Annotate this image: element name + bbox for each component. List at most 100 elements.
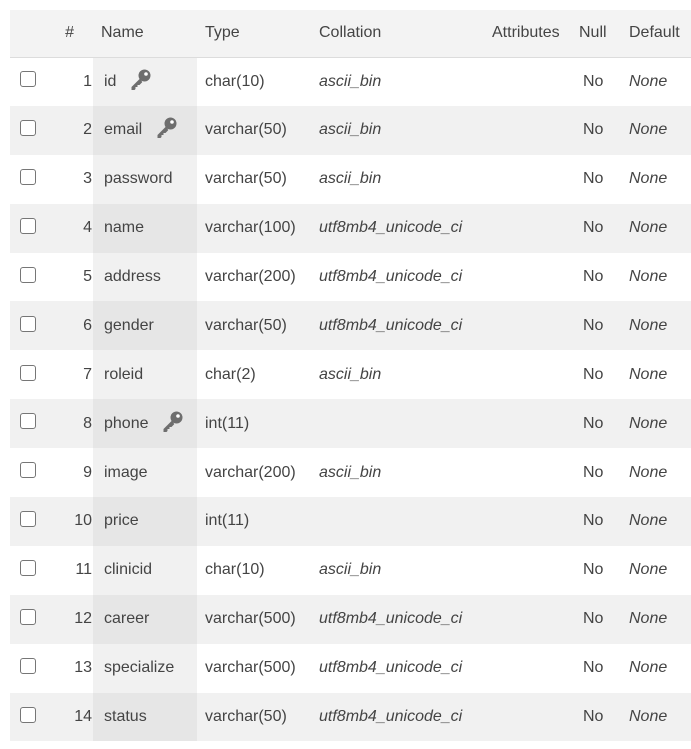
row-checkbox[interactable] [20, 462, 36, 479]
column-attributes [478, 644, 571, 693]
column-null: No [583, 219, 604, 237]
row-checkbox-cell [10, 57, 50, 106]
row-checkbox[interactable] [20, 706, 36, 723]
row-checkbox[interactable] [20, 168, 36, 185]
column-name-cell: clinicid [93, 545, 197, 595]
column-collation: utf8mb4_unicode_ci [319, 316, 463, 334]
row-number: 13 [74, 659, 92, 677]
column-default: None [629, 610, 668, 628]
column-type: varchar(50) [205, 316, 287, 334]
column-name[interactable]: career [104, 610, 149, 627]
row-number: 10 [74, 512, 92, 530]
column-type: char(10) [205, 72, 265, 90]
row-checkbox[interactable] [20, 511, 36, 528]
column-name[interactable]: specialize [104, 659, 174, 676]
row-checkbox[interactable] [20, 217, 36, 234]
column-type: varchar(200) [205, 463, 296, 481]
column-name[interactable]: email [104, 121, 142, 138]
column-collation: ascii_bin [319, 561, 382, 579]
column-type: int(11) [205, 512, 250, 530]
column-name[interactable]: price [104, 512, 139, 529]
header-null[interactable]: Null [571, 10, 621, 58]
header-type[interactable]: Type [197, 10, 311, 58]
table-row: 12 career varchar(500) utf8mb4_unicode_c… [10, 594, 691, 644]
column-name[interactable]: gender [104, 317, 154, 334]
row-checkbox[interactable] [20, 120, 36, 137]
row-checkbox[interactable] [20, 609, 36, 625]
header-attributes[interactable]: Attributes [478, 10, 571, 58]
row-checkbox-cell [10, 253, 50, 302]
row-number: 2 [83, 121, 92, 139]
column-default: None [629, 659, 668, 677]
row-checkbox[interactable] [20, 266, 36, 283]
column-name[interactable]: roleid [104, 366, 143, 383]
header-name[interactable]: Name [93, 10, 197, 58]
column-null: No [583, 561, 604, 579]
column-name[interactable]: address [104, 268, 161, 285]
column-default: None [629, 219, 668, 237]
column-collation: ascii_bin [319, 365, 382, 383]
column-collation: utf8mb4_unicode_ci [319, 610, 463, 628]
column-attributes [478, 301, 571, 350]
column-attributes [478, 155, 571, 204]
header-default[interactable]: Default [621, 10, 691, 58]
table-row: 8 phone int(11) No None [10, 399, 691, 449]
column-name-cell: career [93, 594, 197, 644]
column-name[interactable]: password [104, 170, 172, 187]
row-checkbox[interactable] [20, 71, 36, 88]
column-attributes [478, 595, 571, 644]
column-name-cell: name [93, 203, 197, 253]
row-number: 9 [83, 463, 92, 481]
header-number: # [50, 10, 93, 58]
row-checkbox-cell [10, 448, 50, 497]
column-attributes [478, 253, 571, 302]
column-default: None [629, 463, 668, 481]
row-checkbox-cell [10, 497, 50, 546]
column-default: None [629, 316, 668, 334]
row-checkbox-cell [10, 644, 50, 693]
column-null: No [583, 512, 604, 530]
column-name[interactable]: id [104, 73, 116, 90]
header-collation[interactable]: Collation [311, 10, 478, 58]
column-null: No [583, 121, 604, 139]
column-collation [311, 399, 478, 448]
row-checkbox[interactable] [20, 364, 36, 381]
column-default: None [629, 268, 668, 285]
column-name-cell: password [93, 154, 197, 204]
column-type: varchar(500) [205, 610, 296, 628]
column-default: None [629, 414, 668, 432]
column-name[interactable]: name [104, 219, 144, 236]
row-number: 1 [83, 72, 92, 90]
column-default: None [629, 170, 668, 188]
column-collation: ascii_bin [319, 72, 382, 90]
column-attributes [478, 546, 571, 595]
column-name-cell: address [93, 252, 197, 302]
table-row: 10 price int(11) No None [10, 497, 691, 546]
table-structure: # Name Type Collation Attributes Null De… [10, 10, 691, 742]
table-row: 2 email varchar(50) ascii_bin No None [10, 105, 691, 155]
row-checkbox[interactable] [20, 657, 36, 674]
column-name[interactable]: clinicid [104, 561, 152, 578]
column-collation: utf8mb4_unicode_ci [319, 268, 463, 285]
row-checkbox[interactable] [20, 560, 36, 577]
table-row: 11 clinicid char(10) ascii_bin No None [10, 545, 691, 595]
column-null: No [583, 365, 604, 383]
column-name[interactable]: image [104, 464, 148, 481]
column-name[interactable]: status [104, 708, 147, 725]
table-body: 1 id char(10) ascii_bin No None 2 email … [10, 57, 691, 742]
column-collation: utf8mb4_unicode_ci [319, 659, 463, 677]
column-name[interactable]: phone [104, 415, 149, 432]
row-checkbox-cell [10, 301, 50, 350]
column-type: varchar(200) [205, 268, 296, 285]
column-type: varchar(100) [205, 219, 296, 237]
table-row: 9 image varchar(200) ascii_bin No None [10, 448, 691, 498]
row-checkbox-cell [10, 595, 50, 644]
column-name-cell: id [93, 57, 197, 106]
row-checkbox[interactable] [20, 413, 36, 430]
row-checkbox[interactable] [20, 315, 36, 332]
column-null: No [583, 316, 604, 334]
table-header: # Name Type Collation Attributes Null De… [10, 10, 691, 58]
column-attributes [478, 204, 571, 253]
column-type: varchar(50) [205, 170, 287, 188]
column-collation: ascii_bin [319, 170, 382, 188]
